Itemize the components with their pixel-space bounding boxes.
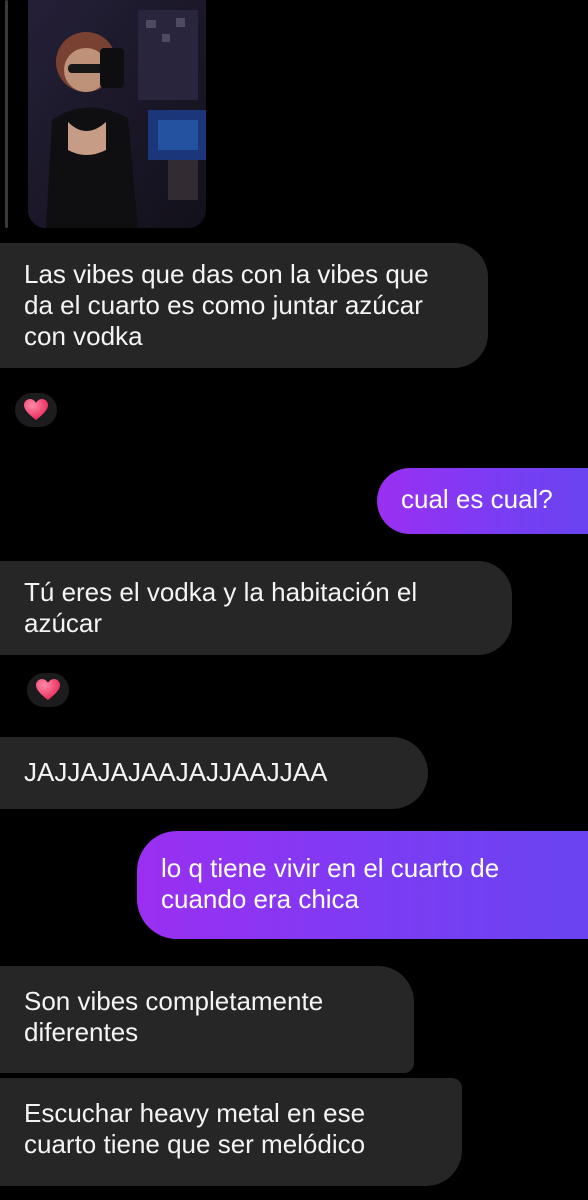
incoming-message[interactable]: Son vibes completamente diferentes xyxy=(0,966,414,1073)
message-text: Escuchar heavy metal en ese cuarto tiene… xyxy=(24,1098,366,1159)
incoming-message[interactable]: Las vibes que das con la vibes que da el… xyxy=(0,243,488,368)
shared-photo[interactable] xyxy=(28,0,206,228)
message-reaction[interactable] xyxy=(12,390,60,430)
reply-indicator-bar xyxy=(5,0,8,228)
message-text: Las vibes que das con la vibes que da el… xyxy=(24,259,429,351)
heart-emoji-icon xyxy=(24,399,48,420)
message-text: cual es cual? xyxy=(401,484,553,514)
heart-emoji-icon xyxy=(36,679,60,700)
message-reaction[interactable] xyxy=(24,670,72,710)
incoming-message[interactable]: JAJJAJAJAAJAJJAAJJAA xyxy=(0,737,428,809)
message-thread: Las vibes que das con la vibes que da el… xyxy=(0,0,588,1200)
message-text: Tú eres el vodka y la habitación el azúc… xyxy=(24,577,418,638)
outgoing-message[interactable]: cual es cual? xyxy=(377,468,588,534)
incoming-message[interactable]: Tú eres el vodka y la habitación el azúc… xyxy=(0,561,512,655)
message-text: lo q tiene vivir en el cuarto de cuando … xyxy=(161,853,500,914)
photo-image xyxy=(28,0,206,228)
incoming-message[interactable]: Escuchar heavy metal en ese cuarto tiene… xyxy=(0,1078,462,1186)
outgoing-message[interactable]: lo q tiene vivir en el cuarto de cuando … xyxy=(137,831,588,939)
message-text: JAJJAJAJAAJAJJAAJJAA xyxy=(24,757,328,787)
message-text: Son vibes completamente diferentes xyxy=(24,986,324,1047)
